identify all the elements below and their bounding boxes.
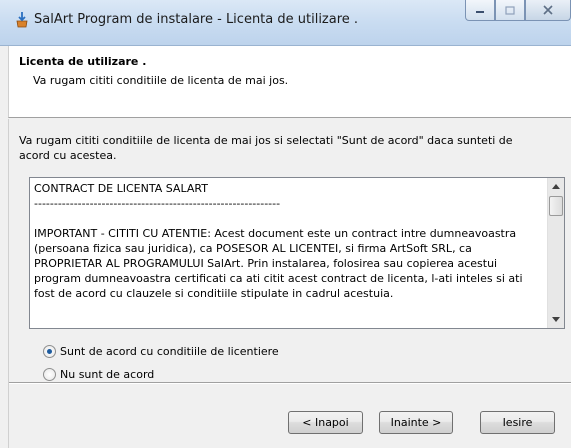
- arrow-down-icon: [552, 317, 560, 322]
- content-panel: Va rugam cititi conditiile de licenta de…: [8, 119, 571, 448]
- window-title: SalArt Program de instalare - Licenta de…: [34, 12, 359, 27]
- back-button[interactable]: < Inapoi: [288, 411, 363, 434]
- header-panel: Licenta de utilizare . Va rugam cititi c…: [8, 46, 571, 118]
- installer-icon: [16, 12, 28, 28]
- scroll-down-button[interactable]: [548, 311, 564, 328]
- exit-button[interactable]: Iesire: [480, 411, 555, 434]
- license-text: CONTRACT DE LICENTA SALART -------------…: [34, 182, 523, 300]
- divider: [9, 382, 571, 384]
- license-scrollbar[interactable]: [547, 178, 564, 328]
- decline-radio[interactable]: [43, 368, 56, 381]
- close-button[interactable]: [525, 0, 571, 21]
- accept-label: Sunt de acord cu conditiile de licentier…: [60, 345, 279, 358]
- page-title: Licenta de utilizare .: [19, 55, 147, 68]
- close-icon: [543, 5, 553, 15]
- minimize-icon: [476, 11, 484, 13]
- minimize-button[interactable]: [465, 0, 495, 21]
- maximize-button[interactable]: [495, 0, 525, 21]
- arrow-up-icon: [552, 184, 560, 189]
- page-subtitle: Va rugam cititi conditiile de licenta de…: [33, 74, 289, 87]
- option-decline[interactable]: Nu sunt de acord: [43, 368, 154, 381]
- scroll-up-button[interactable]: [548, 178, 564, 195]
- next-button[interactable]: Inainte >: [379, 411, 453, 434]
- accept-radio[interactable]: [43, 345, 56, 358]
- decline-label: Nu sunt de acord: [60, 368, 155, 381]
- instructions-text: Va rugam cititi conditiile de licenta de…: [19, 134, 513, 162]
- option-accept[interactable]: Sunt de acord cu conditiile de licentier…: [43, 345, 279, 358]
- license-textbox[interactable]: CONTRACT DE LICENTA SALART -------------…: [29, 177, 565, 329]
- title-bar[interactable]: SalArt Program de instalare - Licenta de…: [0, 0, 571, 46]
- scroll-thumb[interactable]: [549, 196, 563, 216]
- maximize-icon: [505, 5, 515, 15]
